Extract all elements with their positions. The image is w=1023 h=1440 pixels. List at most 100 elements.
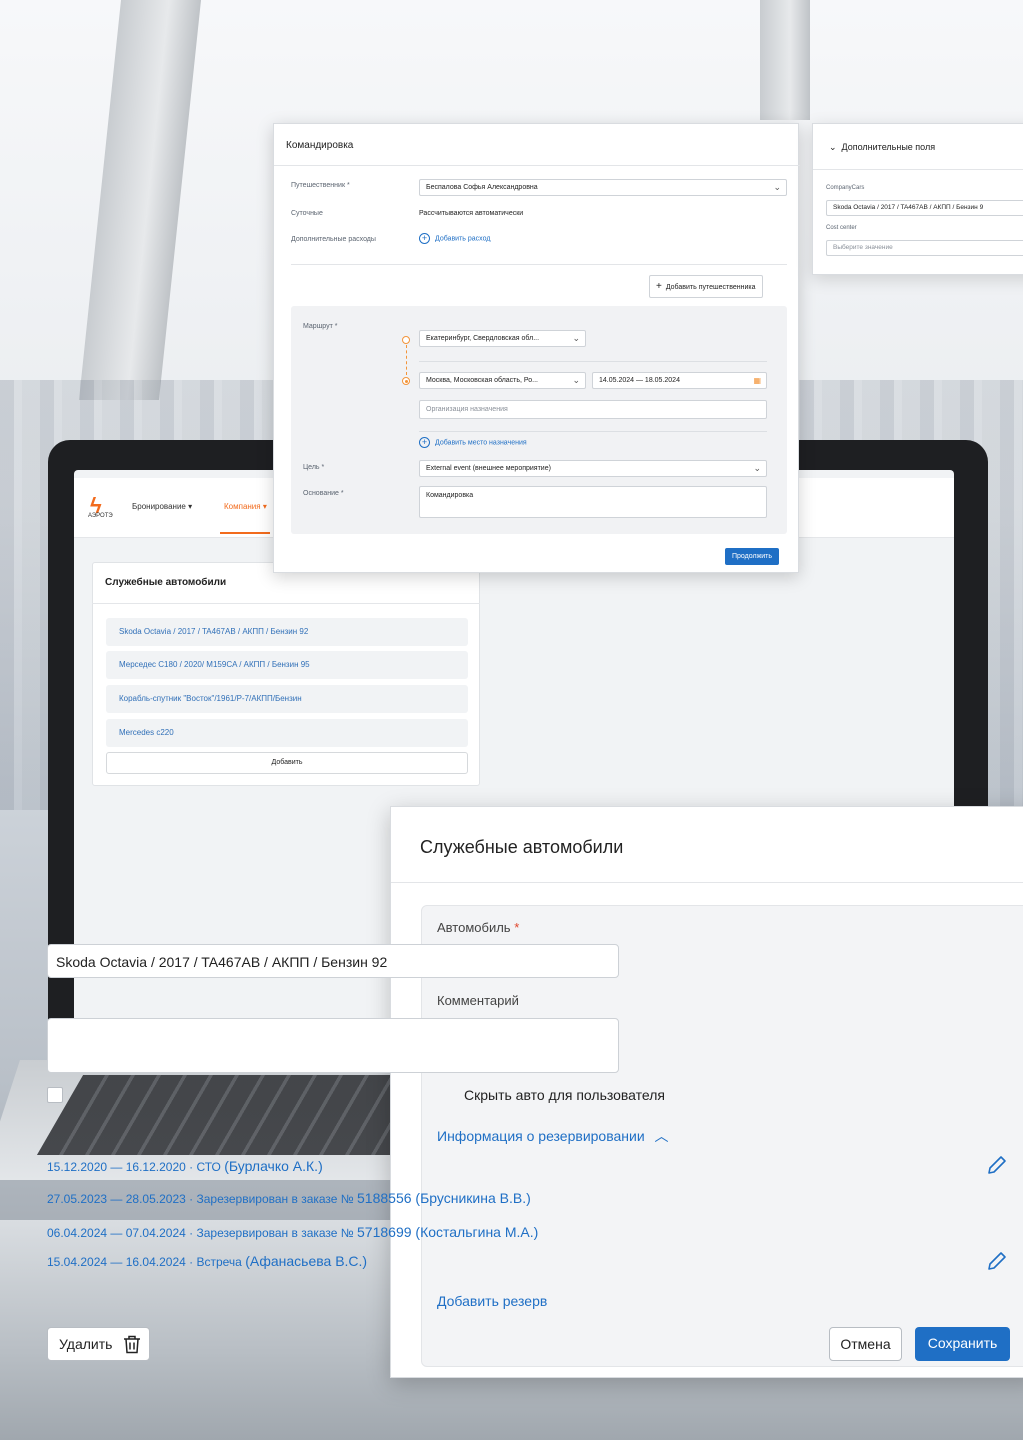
pencil-icon[interactable] bbox=[985, 1249, 1009, 1273]
chevron-down-icon: ⌄ bbox=[829, 142, 837, 152]
origin-city-value: Екатеринбург, Свердловская обл... bbox=[426, 335, 540, 342]
reservation-item[interactable]: 15.04.2024 — 16.04.2024 · Встреча (Афана… bbox=[47, 1253, 367, 1269]
window-pillar bbox=[760, 0, 810, 120]
car-field-label: Автомобиль * bbox=[437, 920, 519, 935]
save-button[interactable]: Сохранить bbox=[915, 1327, 1010, 1361]
per-diem-value: Рассчитываются автоматически bbox=[419, 210, 524, 217]
add-reserve-link[interactable]: Добавить резерв bbox=[437, 1293, 547, 1309]
company-cars-label: CompanyCars bbox=[826, 185, 865, 191]
separator-dot: · bbox=[185, 1255, 197, 1269]
divider bbox=[813, 169, 1023, 170]
reservation-item[interactable]: 15.12.2020 — 16.12.2020 · СТО (Бурлачко … bbox=[47, 1158, 323, 1174]
chevron-down-icon: ⌄ bbox=[773, 182, 781, 192]
pencil-icon[interactable] bbox=[985, 1153, 1009, 1177]
required-mark: * bbox=[514, 920, 520, 935]
per-diem-label: Суточные bbox=[291, 210, 323, 217]
delete-button[interactable]: Удалить bbox=[47, 1327, 150, 1361]
chevron-down-icon: ⌄ bbox=[572, 375, 580, 385]
route-line bbox=[406, 345, 407, 375]
extra-fields-toggle[interactable]: ⌄ Дополнительные поля bbox=[829, 142, 935, 153]
trash-icon bbox=[124, 1335, 140, 1354]
divider bbox=[274, 165, 800, 166]
separator-dot: · bbox=[185, 1192, 197, 1206]
divider bbox=[92, 603, 480, 604]
traveler-select[interactable]: Беспалова Софья Александровна ⌄ bbox=[419, 179, 787, 196]
basis-input[interactable]: Командировка bbox=[419, 486, 767, 518]
reservations-toggle[interactable]: Информация о резервировании ︿ bbox=[437, 1126, 669, 1146]
extra-fields-panel: ⌄ Дополнительные поля CompanyCars Skoda O… bbox=[812, 123, 1023, 275]
destination-org-input[interactable]: Организация назначения bbox=[419, 400, 767, 419]
reservation-text: Зарезервирован в заказе № bbox=[196, 1226, 358, 1240]
goal-label: Цель * bbox=[303, 464, 325, 471]
separator-dot: · bbox=[185, 1226, 197, 1240]
reservation-text: Встреча bbox=[196, 1255, 246, 1269]
destination-city-select[interactable]: Москва, Московская область, Ро... ⌄ bbox=[419, 372, 586, 389]
dates-input[interactable]: 14.05.2024 — 18.05.2024 ▦ bbox=[592, 372, 767, 389]
reservation-dates: 06.04.2024 — 07.04.2024 bbox=[47, 1226, 186, 1240]
add-traveler-label: Добавить путешественника bbox=[665, 284, 756, 291]
reservation-who: (Афанасьева В.С.) bbox=[245, 1253, 368, 1269]
basis-label: Основание * bbox=[303, 490, 344, 497]
reservation-item[interactable]: 06.04.2024 — 07.04.2024 · Зарезервирован… bbox=[47, 1224, 538, 1240]
cancel-button[interactable]: Отмена bbox=[829, 1327, 902, 1361]
origin-city-select[interactable]: Екатеринбург, Свердловская обл... ⌄ bbox=[419, 330, 586, 347]
reservation-text: Зарезервирован в заказе № bbox=[196, 1192, 358, 1206]
plus-circle-icon: + bbox=[419, 233, 430, 244]
reservation-text: СТО bbox=[196, 1160, 225, 1174]
divider bbox=[291, 264, 787, 265]
chevron-down-icon: ⌄ bbox=[753, 463, 761, 473]
hide-car-checkbox[interactable] bbox=[47, 1087, 63, 1103]
goal-select[interactable]: External event (внешнее мероприятие) ⌄ bbox=[419, 460, 767, 477]
traveler-value: Беспалова Софья Александровна bbox=[426, 184, 538, 191]
hide-car-label: Скрыть авто для пользователя bbox=[464, 1087, 665, 1103]
car-list-item[interactable]: Mercedes c220 bbox=[106, 719, 468, 747]
origin-dot-icon bbox=[402, 336, 410, 344]
plus-icon: + bbox=[656, 281, 662, 292]
destination-dot-icon bbox=[402, 377, 410, 385]
divider bbox=[391, 882, 1023, 883]
dates-value: 14.05.2024 — 18.05.2024 bbox=[599, 377, 680, 384]
reservation-dates: 15.04.2024 — 16.04.2024 bbox=[47, 1255, 186, 1269]
nav-active-indicator bbox=[220, 532, 270, 534]
continue-button[interactable]: Продолжить bbox=[725, 548, 780, 565]
destination-org-placeholder: Организация назначения bbox=[426, 406, 508, 413]
extra-fields-title: Дополнительные поля bbox=[841, 142, 936, 152]
basis-value: Командировка bbox=[426, 492, 474, 499]
add-destination-label: Добавить место назначения bbox=[435, 439, 527, 447]
comment-textarea[interactable] bbox=[47, 1018, 619, 1073]
logo-text: АЭРОТЭ bbox=[88, 513, 113, 519]
comment-label: Комментарий bbox=[437, 993, 519, 1008]
car-list-item[interactable]: Skoda Octavia / 2017 / TA467AB / АКПП / … bbox=[106, 618, 468, 646]
add-destination-link[interactable]: + Добавить место назначения bbox=[419, 437, 527, 448]
reservation-item[interactable]: 27.05.2023 — 28.05.2023 · Зарезервирован… bbox=[47, 1190, 531, 1206]
car-list-item[interactable]: Мерседес C180 / 2020/ M159CA / АКПП / Бе… bbox=[106, 651, 468, 679]
chevron-up-icon: ︿ bbox=[654, 1128, 669, 1144]
car-label-text: Автомобиль bbox=[437, 920, 511, 935]
destination-city-value: Москва, Московская область, Ро... bbox=[426, 377, 539, 384]
reservation-who: 5188556 (Брусникина В.В.) bbox=[357, 1190, 531, 1206]
chevron-down-icon: ⌄ bbox=[572, 333, 580, 343]
add-expense-label: Добавить расход bbox=[435, 235, 491, 243]
reservation-who: 5718699 (Костальгина М.А.) bbox=[357, 1224, 539, 1240]
nav-booking[interactable]: Бронирование ▾ bbox=[132, 502, 192, 511]
divider bbox=[419, 431, 767, 432]
add-expense-link[interactable]: + Добавить расход bbox=[419, 233, 490, 244]
car-list-item[interactable]: Корабль-спутник "Восток"/1961/Р-7/АКПП/Б… bbox=[106, 685, 468, 713]
calendar-icon: ▦ bbox=[753, 376, 761, 385]
reservation-dates: 15.12.2020 — 16.12.2020 bbox=[47, 1160, 186, 1174]
card-title: Служебные автомобили bbox=[105, 577, 227, 588]
traveler-label: Путешественник * bbox=[291, 182, 350, 189]
divider bbox=[419, 361, 767, 362]
expenses-label: Дополнительные расходы bbox=[291, 236, 376, 243]
trip-dialog: Командировка Путешественник * Беспалова … bbox=[273, 123, 800, 573]
company-cars-select[interactable]: Skoda Octavia / 2017 / TA467AB / АКПП / … bbox=[826, 200, 1023, 216]
goal-value: External event (внешнее мероприятие) bbox=[426, 465, 551, 472]
route-label: Маршрут * bbox=[303, 323, 338, 330]
delete-label: Удалить bbox=[59, 1336, 113, 1352]
car-dialog-title: Служебные автомобили bbox=[420, 837, 624, 857]
cost-center-select[interactable]: Выберите значение bbox=[826, 240, 1023, 256]
car-input[interactable]: Skoda Octavia / 2017 / TA467AB / АКПП / … bbox=[47, 944, 619, 978]
nav-company[interactable]: Компания ▾ bbox=[224, 502, 267, 511]
add-car-button[interactable]: Добавить bbox=[106, 752, 468, 774]
add-traveler-button[interactable]: + Добавить путешественника bbox=[649, 275, 763, 298]
